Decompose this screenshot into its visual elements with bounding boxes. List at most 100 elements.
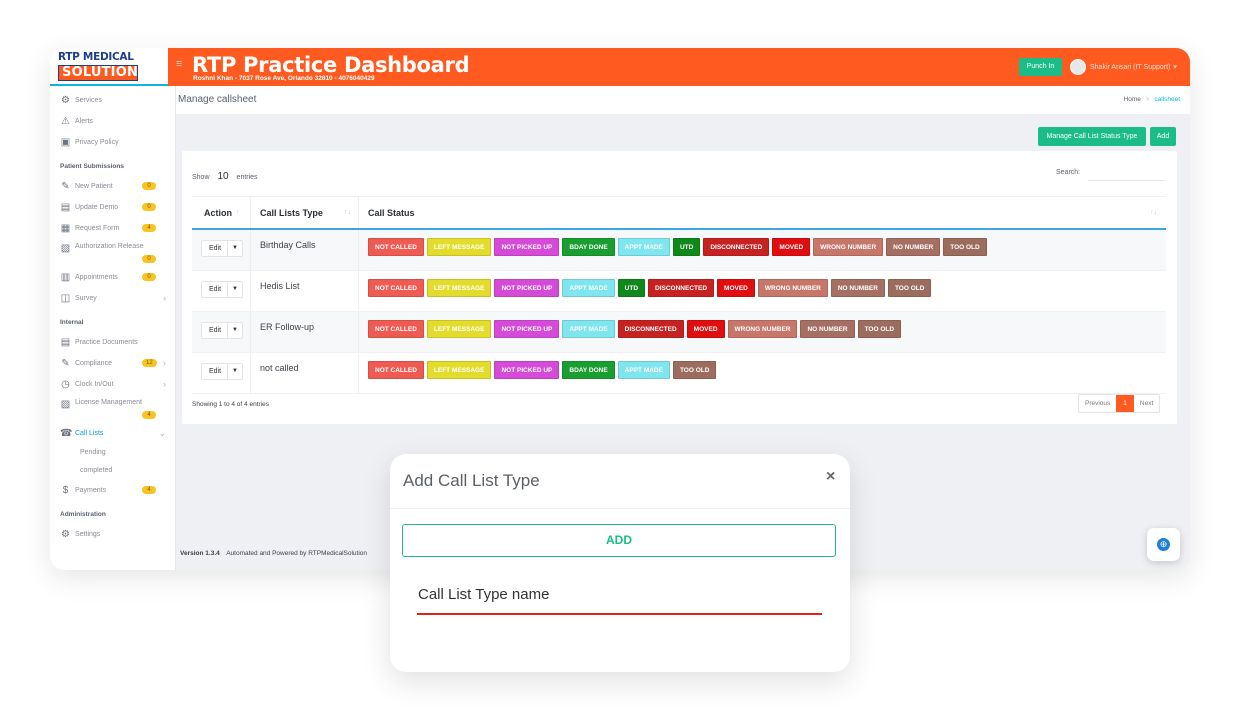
edit-label: Edit [209, 368, 222, 375]
sort-icon[interactable]: ↑↓ [1150, 209, 1157, 216]
status-tag: BDAY DONE [562, 238, 615, 256]
column-header-type[interactable]: Call Lists Type [260, 208, 323, 218]
sidebar-item-alerts[interactable]: ⚠ Alerts [50, 111, 175, 132]
column-header-status[interactable]: Call Status [368, 208, 415, 218]
sidebar-item-label: Request Form [75, 225, 120, 232]
sidebar-item-label: Privacy Policy [75, 139, 119, 146]
status-tag: NO NUMBER [800, 320, 855, 338]
column-header-action[interactable]: Action [204, 208, 232, 218]
sidebar-item-license-management[interactable]: ▨ License Management 4 [50, 395, 175, 423]
status-tag-group: NOT CALLED LEFT MESSAGE NOT PICKED UP BDAY … [368, 238, 987, 256]
entries-select[interactable]: 10 [217, 171, 228, 182]
logo-top-text: RTP MEDICAL [58, 50, 134, 63]
sidebar-item-compliance[interactable]: ✎ Compliance 12 › [50, 353, 175, 374]
count-badge: 4 [142, 486, 156, 494]
sort-icon[interactable]: ↑↓ [344, 209, 351, 216]
sidebar: RTP MEDICAL SOLUTION ⚙ Services ⚠ Alerts ▣… [50, 48, 176, 570]
status-tag: NOT CALLED [368, 320, 424, 338]
sidebar-item-services[interactable]: ⚙ Services [50, 90, 175, 111]
manage-status-type-button[interactable]: Manage Call List Status Type [1038, 127, 1146, 146]
caret-down-icon[interactable]: ▼ [227, 282, 242, 297]
survey-icon: ◫ [60, 293, 71, 304]
sidebar-item-clock-in-out[interactable]: ◷ Clock In/Out › [50, 374, 175, 395]
count-badge: 0 [142, 273, 156, 281]
update-demo-icon: ▤ [60, 202, 71, 213]
edit-label: Edit [209, 327, 222, 334]
sidebar-item-privacy[interactable]: ▣ Privacy Policy [50, 132, 175, 153]
column-divider [250, 312, 251, 352]
logo[interactable]: RTP MEDICAL SOLUTION [50, 48, 175, 86]
edit-label: Edit [209, 245, 222, 252]
table-header: Action ↑ Call Lists Type ↑↓ Call Status … [192, 196, 1166, 230]
user-menu[interactable]: Shakir Ansari (IT Support) ▾ [1070, 59, 1177, 75]
sidebar-item-label: Payments [75, 487, 107, 494]
sidebar-item-request-form[interactable]: ▦ Request Form 4 [50, 218, 175, 239]
avatar [1070, 59, 1086, 75]
edit-button[interactable]: Edit ▼ [201, 363, 243, 380]
sidebar-item-appointments[interactable]: ▥ Appointments 0 [50, 267, 175, 288]
call-list-type-name-input[interactable]: Call List Type name [418, 586, 549, 603]
help-widget-button[interactable]: ⊕ [1147, 528, 1180, 561]
modal-add-button[interactable]: ADD [402, 524, 836, 557]
status-tag: MOVED [717, 279, 755, 297]
sidebar-item-update-demo[interactable]: ▤ Update Demo 0 [50, 197, 175, 218]
sidebar-subitem-completed[interactable]: completed [50, 462, 175, 480]
column-divider [250, 353, 251, 393]
sidebar-item-settings[interactable]: ⚙ Settings [50, 524, 175, 545]
status-tag: NOT PICKED UP [494, 238, 560, 256]
sidebar-subitem-pending[interactable]: Pending [50, 444, 175, 462]
powered-by: Automated and Powered by RTPMedicalSolut… [226, 550, 367, 557]
sidebar-item-label: Clock In/Out [75, 381, 114, 388]
sidebar-item-call-lists[interactable]: ☎ Call Lists ⌄ [50, 423, 175, 444]
practice-address: Roshni Khan - 7037 Rose Ave, Orlando 328… [193, 75, 375, 82]
status-tag: LEFT MESSAGE [426, 279, 492, 297]
sidebar-item-label: Compliance [75, 360, 112, 367]
entries-length: Show 10 entries [192, 171, 258, 182]
status-tag: DISCONNECTED [703, 238, 770, 256]
column-divider [358, 271, 359, 311]
pagination-next[interactable]: Next [1134, 395, 1159, 412]
call-lists-table: Action ↑ Call Lists Type ↑↓ Call Status … [192, 196, 1166, 394]
sidebar-item-new-patient[interactable]: ✎ New Patient 0 [50, 176, 175, 197]
breadcrumb-current: callsheet [1154, 96, 1180, 103]
status-tag: NOT PICKED UP [494, 361, 560, 379]
status-tag: NOT PICKED UP [494, 320, 560, 338]
new-patient-icon: ✎ [61, 181, 70, 192]
page-header: Manage callsheet Home > callsheet [176, 86, 1190, 114]
search-input[interactable] [1088, 171, 1166, 181]
column-divider [358, 312, 359, 352]
pagination-page[interactable]: 1 [1116, 395, 1134, 412]
appointments-icon: ▥ [60, 272, 71, 283]
pagination: Previous 1 Next [1078, 394, 1161, 413]
edit-button[interactable]: Edit ▼ [201, 322, 243, 339]
hamburger-icon[interactable]: ≡ [176, 58, 182, 70]
add-button[interactable]: Add [1150, 127, 1176, 146]
column-divider [358, 197, 359, 228]
caret-down-icon[interactable]: ▼ [227, 323, 242, 338]
breadcrumb-home[interactable]: Home [1124, 96, 1141, 103]
pagination-previous[interactable]: Previous [1079, 395, 1116, 412]
status-tag: APPT MADE [562, 320, 615, 338]
sort-icon[interactable]: ↑ [236, 209, 240, 216]
status-tag: UTD [672, 238, 701, 256]
sidebar-item-practice-documents[interactable]: ▤ Practice Documents [50, 332, 175, 353]
chevron-right-icon: › [163, 379, 166, 389]
caret-down-icon[interactable]: ▼ [227, 364, 242, 379]
sidebar-item-label: Survey [75, 295, 97, 302]
sidebar-item-payments[interactable]: $ Payments 4 [50, 480, 175, 501]
documents-icon: ▤ [60, 337, 71, 348]
edit-button[interactable]: Edit ▼ [201, 240, 243, 257]
sidebar-item-survey[interactable]: ◫ Survey › [50, 288, 175, 309]
sidebar-item-label: Update Demo [75, 204, 119, 211]
status-tag: TOO OLD [943, 238, 987, 256]
section-administration: Administration [60, 511, 106, 518]
sidebar-item-label: Settings [75, 531, 101, 538]
caret-down-icon[interactable]: ▼ [227, 241, 242, 256]
edit-button[interactable]: Edit ▼ [201, 281, 243, 298]
sidebar-item-authorization-release[interactable]: ▧ Authorization Release 0 [50, 239, 175, 267]
punch-in-button[interactable]: Punch In [1019, 58, 1062, 76]
table-body: Edit ▼ Birthday Calls NOT CALLED LEFT MESSAG… [192, 230, 1166, 394]
close-icon[interactable]: × [826, 468, 835, 486]
column-divider [250, 230, 251, 270]
globe-icon: ⊕ [1157, 538, 1170, 551]
